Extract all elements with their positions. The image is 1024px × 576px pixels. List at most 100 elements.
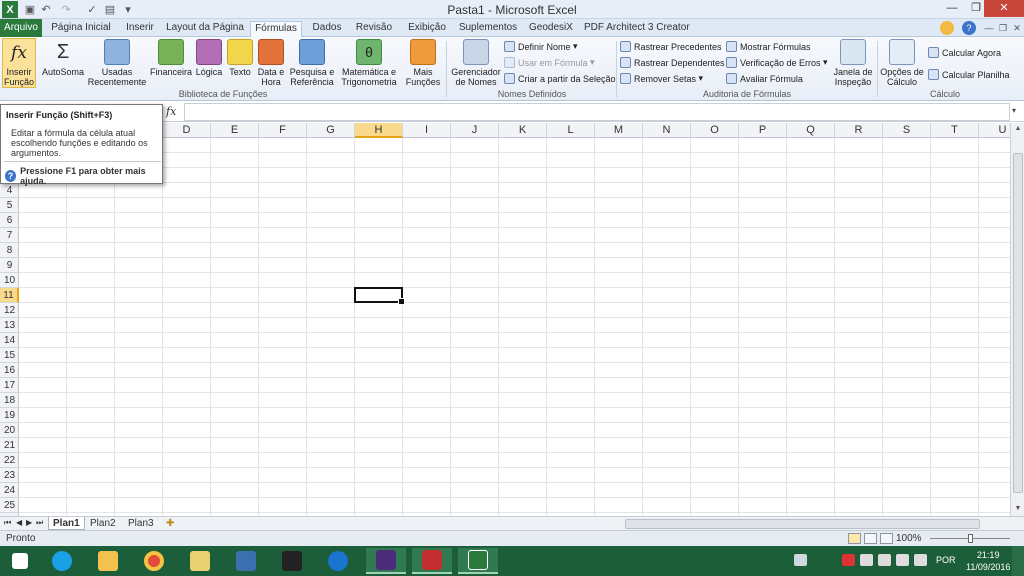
vertical-scrollbar[interactable]: ▲ ▼ <box>1010 123 1024 516</box>
battery-tray-icon[interactable] <box>896 554 909 566</box>
column-header-o[interactable]: O <box>691 123 739 138</box>
row-header-18[interactable]: 18 <box>0 393 19 408</box>
row-header-16[interactable]: 16 <box>0 363 19 378</box>
row-header-25[interactable]: 25 <box>0 498 19 513</box>
active-cell[interactable] <box>354 287 405 305</box>
first-sheet-icon[interactable]: ⏮ <box>4 518 11 528</box>
row-header-8[interactable]: 8 <box>0 243 19 258</box>
rastrear-dependentes-button[interactable]: Rastrear Dependentes <box>620 56 725 69</box>
prev-sheet-icon[interactable]: ◀ <box>16 518 22 527</box>
skype-icon[interactable] <box>42 548 82 574</box>
column-header-l[interactable]: L <box>547 123 595 138</box>
tab-inserir[interactable]: Inserir <box>122 21 158 37</box>
logica-button[interactable]: Lógica <box>194 39 224 77</box>
zoom-slider-knob[interactable] <box>968 534 973 543</box>
row-header-10[interactable]: 10 <box>0 273 19 288</box>
teamviewer-icon[interactable] <box>318 548 358 574</box>
texto-button[interactable]: Texto <box>226 39 254 77</box>
texmaker-icon[interactable] <box>366 548 406 574</box>
inkscape-icon[interactable] <box>272 548 312 574</box>
excel-icon[interactable] <box>458 548 498 574</box>
close-button[interactable]: ✕ <box>984 0 1024 17</box>
folder-icon[interactable] <box>180 548 220 574</box>
horizontal-scrollbar[interactable] <box>610 519 1010 529</box>
row-header-20[interactable]: 20 <box>0 423 19 438</box>
inserir-funcao-button[interactable]: fx Inserir Função <box>2 38 36 88</box>
ribbon-close-icon[interactable]: ✕ <box>1010 21 1024 35</box>
column-header-e[interactable]: E <box>211 123 259 138</box>
next-sheet-icon[interactable]: ▶ <box>26 518 32 527</box>
scroll-up-icon[interactable]: ▲ <box>1011 125 1024 132</box>
row-header-7[interactable]: 7 <box>0 228 19 243</box>
row-header-5[interactable]: 5 <box>0 198 19 213</box>
mostrar-formulas-button[interactable]: Mostrar Fórmulas <box>726 40 811 53</box>
page-layout-view-icon[interactable] <box>864 533 877 544</box>
usadas-recentemente-button[interactable]: Usadas Recentemente <box>86 39 148 87</box>
rastrear-precedentes-button[interactable]: Rastrear Precedentes <box>620 40 722 53</box>
tab-exibicao[interactable]: Exibição <box>404 21 450 37</box>
vertical-scroll-thumb[interactable] <box>1013 153 1023 493</box>
antivirus-tray-icon[interactable] <box>842 554 855 566</box>
fx-button[interactable]: fx <box>166 105 176 118</box>
column-header-j[interactable]: J <box>451 123 499 138</box>
show-desktop-button[interactable] <box>1012 546 1024 576</box>
zoom-level[interactable]: 100% <box>896 533 922 544</box>
row-header-13[interactable]: 13 <box>0 318 19 333</box>
language-indicator[interactable]: POR <box>936 555 956 565</box>
column-header-s[interactable]: S <box>883 123 931 138</box>
row-header-14[interactable]: 14 <box>0 333 19 348</box>
page-break-view-icon[interactable] <box>880 533 893 544</box>
definir-nome-button[interactable]: Definir Nome ▾ <box>504 40 578 53</box>
financeira-button[interactable]: Financeira <box>150 39 192 77</box>
janela-inspecao-button[interactable]: Janela de Inspeção <box>832 39 874 87</box>
virtualbox-icon[interactable] <box>226 548 266 574</box>
scroll-down-icon[interactable]: ▼ <box>1011 505 1024 512</box>
tab-dados[interactable]: Dados <box>310 21 344 37</box>
matematica-trigonometria-button[interactable]: θ Matemática e Trigonometria <box>338 39 400 87</box>
file-explorer-icon[interactable] <box>88 548 128 574</box>
worksheet-grid[interactable] <box>19 138 1010 516</box>
pdf-architect-icon[interactable] <box>412 548 452 574</box>
row-header-23[interactable]: 23 <box>0 468 19 483</box>
help-icon[interactable]: ? <box>962 21 976 35</box>
row-header-21[interactable]: 21 <box>0 438 19 453</box>
tab-layout[interactable]: Layout da Página <box>166 21 244 37</box>
usar-em-formula-button[interactable]: Usar em Fórmula ▾ <box>504 56 595 69</box>
tab-revisao[interactable]: Revisão <box>354 21 394 37</box>
row-header-22[interactable]: 22 <box>0 453 19 468</box>
data-hora-button[interactable]: Data e Hora <box>256 39 286 87</box>
horizontal-scroll-thumb[interactable] <box>625 519 980 529</box>
tab-arquivo[interactable]: Arquivo <box>0 19 42 37</box>
expand-formula-bar-icon[interactable]: ▾ <box>1012 106 1016 115</box>
row-header-24[interactable]: 24 <box>0 483 19 498</box>
column-header-k[interactable]: K <box>499 123 547 138</box>
criar-selecao-button[interactable]: Criar a partir da Seleção <box>504 72 616 85</box>
tab-formulas[interactable]: Fórmulas <box>250 21 302 38</box>
device-tray-icon[interactable] <box>860 554 873 566</box>
column-header-d[interactable]: D <box>163 123 211 138</box>
windows-start-icon[interactable] <box>0 548 40 574</box>
volume-tray-icon[interactable] <box>914 554 927 566</box>
smiley-icon[interactable] <box>940 21 954 35</box>
sheet-tab-plan1[interactable]: Plan1 <box>48 517 85 530</box>
keyboard-tray-icon[interactable] <box>794 554 807 566</box>
pesquisa-referencia-button[interactable]: Pesquisa e Referência <box>288 39 336 87</box>
row-header-9[interactable]: 9 <box>0 258 19 273</box>
gerenciador-nomes-button[interactable]: Gerenciador de Nomes <box>450 39 502 87</box>
row-header-12[interactable]: 12 <box>0 303 19 318</box>
mais-funcoes-button[interactable]: Mais Funções <box>402 39 444 87</box>
network-tray-icon[interactable] <box>878 554 891 566</box>
clock[interactable]: 21:19 11/09/2016 <box>966 549 1010 573</box>
row-header-17[interactable]: 17 <box>0 378 19 393</box>
autosoma-button[interactable]: Σ AutoSoma <box>40 39 86 77</box>
last-sheet-icon[interactable]: ⏭ <box>36 518 43 528</box>
ribbon-restore-icon[interactable]: ❐ <box>996 21 1010 35</box>
row-header-19[interactable]: 19 <box>0 408 19 423</box>
column-header-m[interactable]: M <box>595 123 643 138</box>
sheet-tab-plan2[interactable]: Plan2 <box>86 517 120 530</box>
column-header-t[interactable]: T <box>931 123 979 138</box>
calcular-planilha-button[interactable]: Calcular Planilha <box>928 68 1010 81</box>
avaliar-formula-button[interactable]: Avaliar Fórmula <box>726 72 803 85</box>
column-header-n[interactable]: N <box>643 123 691 138</box>
normal-view-icon[interactable] <box>848 533 861 544</box>
